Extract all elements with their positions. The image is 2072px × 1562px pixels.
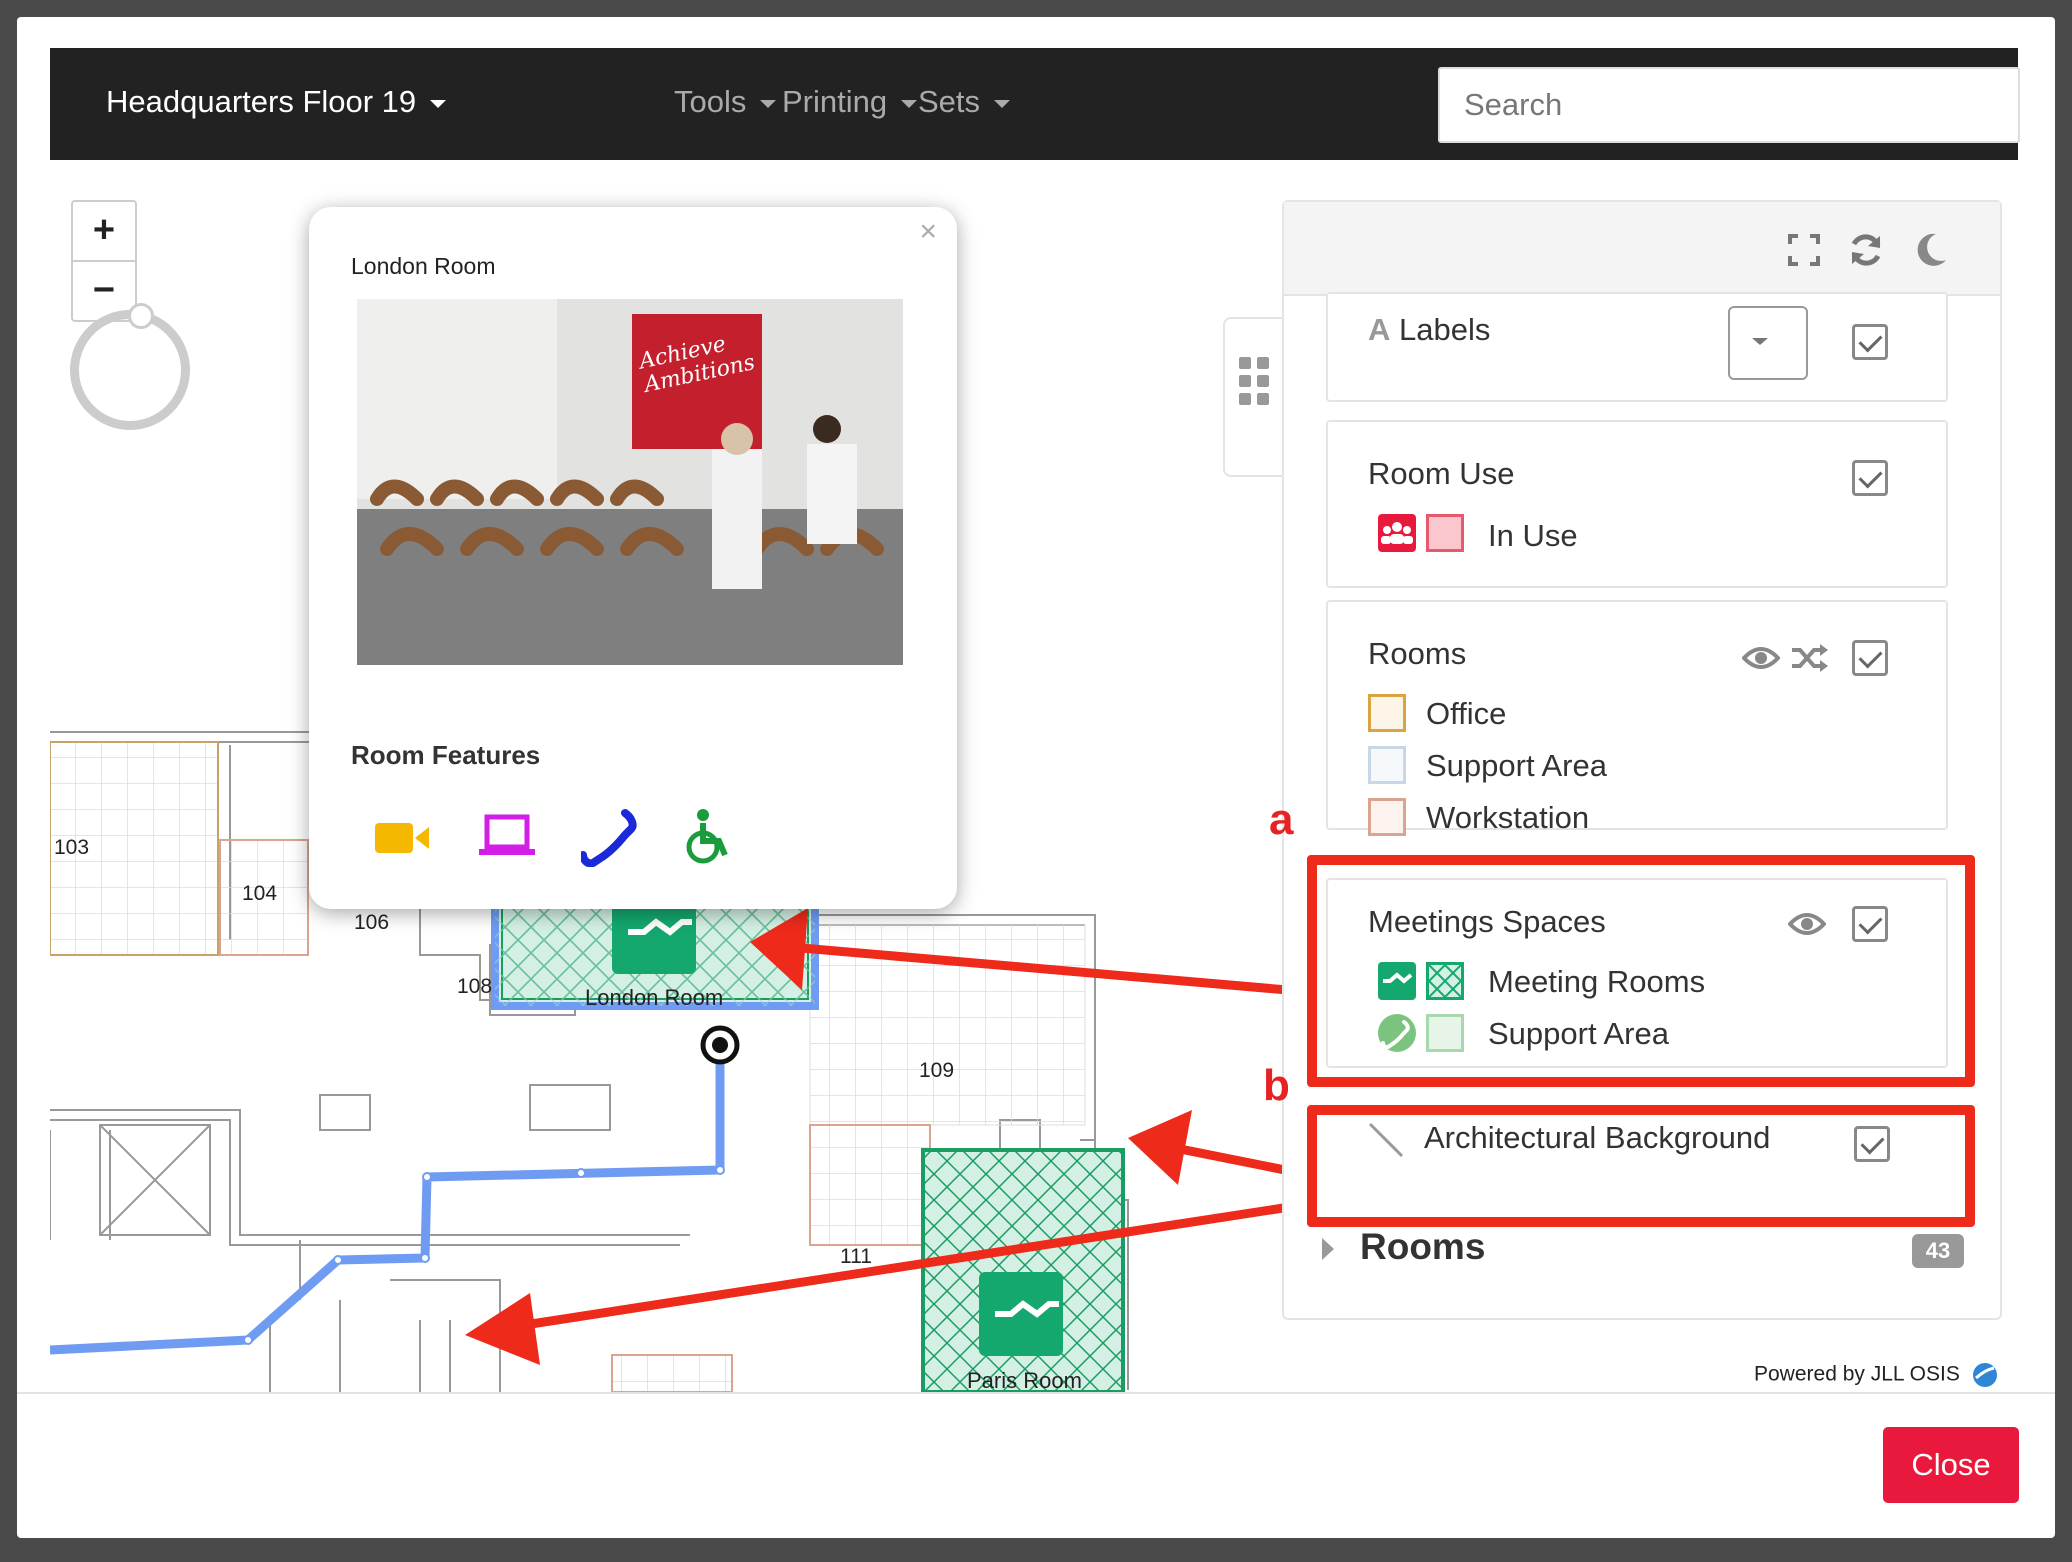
popup-title: London Room xyxy=(351,253,496,279)
rooms-layer-title: Rooms xyxy=(1368,636,1467,671)
people-group-icon xyxy=(1378,514,1416,552)
workstation-label: Workstation xyxy=(1426,800,1590,835)
paris-room-label[interactable]: Paris Room xyxy=(967,1368,1082,1392)
rooms-count-badge: 43 xyxy=(1912,1234,1964,1268)
chevron-down-icon xyxy=(994,99,1011,108)
modal-footer xyxy=(17,1392,2055,1538)
labels-layer-label: Labels xyxy=(1399,312,1491,347)
annotation-label-b: b xyxy=(1263,1061,1290,1110)
annotation-box-b xyxy=(1307,1105,1975,1227)
labels-layer-card: A Labels xyxy=(1326,292,1948,402)
menu-tools[interactable]: Tools xyxy=(674,84,777,120)
menu-tools-label: Tools xyxy=(674,84,747,119)
osis-globe-icon xyxy=(1972,1363,1997,1387)
support-area-swatch xyxy=(1368,746,1406,784)
shuffle-icon[interactable] xyxy=(1790,644,1828,672)
video-camera-icon xyxy=(373,807,433,867)
chevron-down-icon xyxy=(901,99,918,108)
annotation-label-a: a xyxy=(1269,795,1294,844)
wheelchair-icon xyxy=(681,807,741,867)
room-label[interactable]: 108 xyxy=(457,975,492,999)
room-label[interactable]: 111 xyxy=(840,1245,872,1269)
zoom-in-button[interactable]: + xyxy=(71,200,137,262)
rotation-handle[interactable] xyxy=(128,303,154,329)
menu-sets[interactable]: Sets xyxy=(918,84,1011,120)
floor-title: Headquarters Floor 19 xyxy=(106,84,417,119)
refresh-icon[interactable] xyxy=(1846,230,1886,270)
labels-font-icon: A xyxy=(1368,312,1391,347)
close-button[interactable]: Close xyxy=(1883,1427,2019,1503)
annotation-box-a xyxy=(1307,855,1975,1087)
powered-by-text: Powered by JLL OSIS xyxy=(1754,1362,1998,1388)
grip-icon xyxy=(1239,357,1269,405)
floor-selector[interactable]: Headquarters Floor 19 xyxy=(106,84,447,120)
rotation-dial[interactable] xyxy=(70,303,190,430)
powered-by-label: Powered by JLL OSIS xyxy=(1754,1362,1960,1386)
menu-printing-label: Printing xyxy=(782,84,888,119)
support-area-label: Support Area xyxy=(1426,748,1607,783)
room-photo: Achieve Ambitions xyxy=(357,299,903,665)
labels-dropdown[interactable] xyxy=(1728,306,1808,380)
features-title: Room Features xyxy=(351,740,541,770)
close-icon[interactable]: × xyxy=(919,215,937,249)
dark-mode-icon[interactable] xyxy=(1910,230,1950,270)
office-swatch xyxy=(1368,694,1406,732)
office-label: Office xyxy=(1426,696,1507,731)
chevron-down-icon xyxy=(430,99,447,108)
room-label[interactable]: 104 xyxy=(242,882,277,906)
panel-header xyxy=(1284,202,2000,296)
room-label[interactable]: 106 xyxy=(354,911,389,935)
expand-caret-icon[interactable] xyxy=(1322,1238,1334,1260)
top-navbar: Headquarters Floor 19 Tools Printing Set… xyxy=(50,48,2020,160)
room-label[interactable]: 103 xyxy=(54,836,89,860)
rooms-list-title[interactable]: Rooms xyxy=(1360,1226,1485,1268)
meeting-room-icon xyxy=(979,1272,1063,1356)
workstation-swatch xyxy=(1368,798,1406,836)
room-photo-illustration xyxy=(357,299,903,665)
room-use-checkbox[interactable] xyxy=(1852,460,1888,496)
room-popup: × London Room Achieve Ambitions Room Fea… xyxy=(309,207,957,909)
labels-layer-checkbox[interactable] xyxy=(1852,324,1888,360)
room-use-title: Room Use xyxy=(1368,456,1515,491)
menu-printing[interactable]: Printing xyxy=(782,84,918,120)
phone-icon xyxy=(579,807,641,868)
rooms-layer-checkbox[interactable] xyxy=(1852,640,1888,676)
modal-window: Headquarters Floor 19 Tools Printing Set… xyxy=(17,17,2055,1538)
chevron-down-icon xyxy=(1752,338,1768,345)
london-room-label[interactable]: London Room xyxy=(585,985,723,1011)
labels-layer-title: A Labels xyxy=(1368,312,1490,348)
search-placeholder: Search xyxy=(1464,87,1563,122)
chevron-down-icon xyxy=(760,99,777,108)
panel-grip-handle[interactable] xyxy=(1223,317,1285,477)
room-use-layer-card: Room Use In Use xyxy=(1326,420,1948,588)
search-input[interactable]: Search xyxy=(1438,67,2020,143)
in-use-label: In Use xyxy=(1488,518,1578,553)
menu-sets-label: Sets xyxy=(918,84,981,119)
in-use-swatch xyxy=(1426,514,1464,552)
room-label[interactable]: 109 xyxy=(919,1059,954,1083)
fullscreen-icon[interactable] xyxy=(1784,230,1824,270)
eye-icon[interactable] xyxy=(1742,644,1780,672)
laptop-icon xyxy=(477,807,537,867)
rooms-layer-card: Rooms Office Support Area Workstation xyxy=(1326,600,1948,836)
